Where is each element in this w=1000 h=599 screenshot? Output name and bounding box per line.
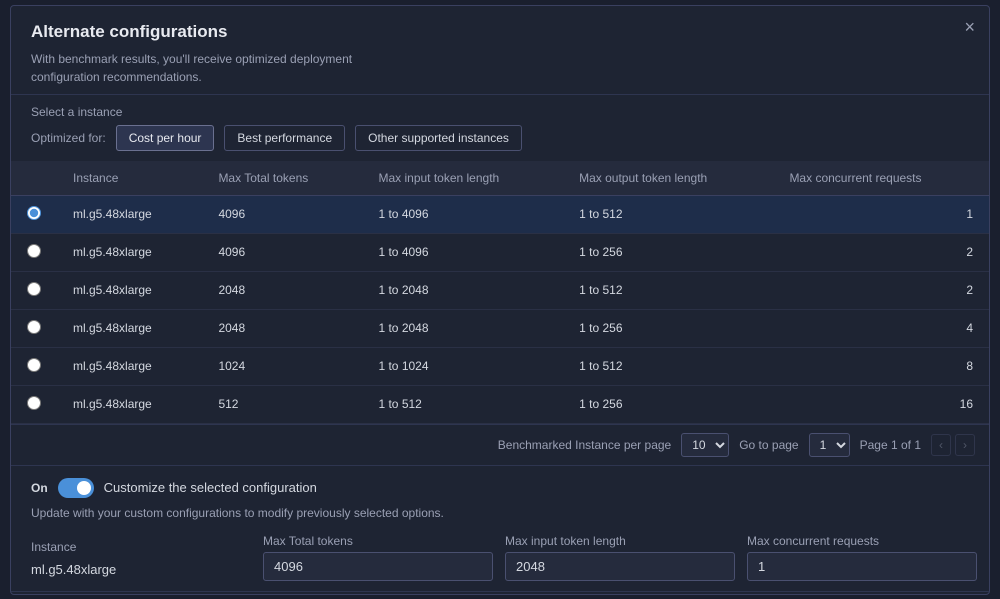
go-to-page-select[interactable]: 1 — [809, 433, 850, 457]
max-total-input[interactable] — [263, 552, 493, 581]
max-input-token: 1 to 2048 — [362, 271, 563, 309]
table-row: ml.g5.48xlarge 4096 1 to 4096 1 to 512 1 — [11, 195, 989, 233]
max-total-tokens: 2048 — [202, 309, 362, 347]
max-input-token: 1 to 4096 — [362, 233, 563, 271]
max-output-token: 1 to 256 — [563, 309, 773, 347]
max-concurrent-field-label: Max concurrent requests — [747, 534, 977, 548]
max-concurrent: 2 — [773, 233, 989, 271]
on-label: On — [31, 481, 48, 495]
radio-cell[interactable] — [11, 385, 57, 423]
max-total-tokens: 2048 — [202, 271, 362, 309]
col-instance: Instance — [57, 161, 202, 196]
instance-name: ml.g5.48xlarge — [57, 233, 202, 271]
table-row: ml.g5.48xlarge 2048 1 to 2048 1 to 512 2 — [11, 271, 989, 309]
tab-cost-per-hour[interactable]: Cost per hour — [116, 125, 215, 151]
table-row: ml.g5.48xlarge 512 1 to 512 1 to 256 16 — [11, 385, 989, 423]
max-input-field: Max input token length — [505, 534, 735, 581]
col-radio — [11, 161, 57, 196]
max-input-input[interactable] — [505, 552, 735, 581]
max-total-tokens: 4096 — [202, 195, 362, 233]
instance-select-section: Select a instance Optimized for: Cost pe… — [11, 95, 989, 161]
page-info: Page 1 of 1 — [860, 438, 921, 452]
col-max-total: Max Total tokens — [202, 161, 362, 196]
max-input-token: 1 to 2048 — [362, 309, 563, 347]
modal-subtitle: With benchmark results, you'll receive o… — [31, 50, 411, 86]
customize-description: Update with your custom configurations t… — [31, 504, 969, 522]
instance-radio[interactable] — [27, 282, 41, 296]
max-total-field-label: Max Total tokens — [263, 534, 493, 548]
tab-best-performance[interactable]: Best performance — [224, 125, 345, 151]
max-output-token: 1 to 512 — [563, 271, 773, 309]
radio-cell[interactable] — [11, 195, 57, 233]
table-row: ml.g5.48xlarge 1024 1 to 1024 1 to 512 8 — [11, 347, 989, 385]
per-page-label: Benchmarked Instance per page — [498, 438, 671, 452]
col-max-input: Max input token length — [362, 161, 563, 196]
customize-toggle-row: On Customize the selected configuration — [31, 478, 969, 498]
customize-fields: Instance ml.g5.48xlarge Max Total tokens… — [31, 534, 969, 581]
alternate-configurations-modal: Alternate configurations With benchmark … — [10, 5, 990, 595]
instance-radio[interactable] — [27, 396, 41, 410]
max-concurrent: 2 — [773, 271, 989, 309]
max-concurrent: 8 — [773, 347, 989, 385]
max-concurrent-field: Max concurrent requests — [747, 534, 977, 581]
radio-cell[interactable] — [11, 233, 57, 271]
max-output-token: 1 to 512 — [563, 195, 773, 233]
instance-name: ml.g5.48xlarge — [57, 385, 202, 423]
max-input-field-label: Max input token length — [505, 534, 735, 548]
instances-table: Instance Max Total tokens Max input toke… — [11, 161, 989, 424]
optimized-for-label: Optimized for: — [31, 131, 106, 145]
table-row: ml.g5.48xlarge 4096 1 to 4096 1 to 256 2 — [11, 233, 989, 271]
max-input-token: 1 to 512 — [362, 385, 563, 423]
table-header-row: Instance Max Total tokens Max input toke… — [11, 161, 989, 196]
optimized-for-row: Optimized for: Cost per hour Best perfor… — [31, 125, 969, 161]
table-row: ml.g5.48xlarge 2048 1 to 2048 1 to 256 4 — [11, 309, 989, 347]
instance-radio[interactable] — [27, 320, 41, 334]
max-total-tokens: 4096 — [202, 233, 362, 271]
max-concurrent: 1 — [773, 195, 989, 233]
max-concurrent: 16 — [773, 385, 989, 423]
radio-cell[interactable] — [11, 271, 57, 309]
go-to-page-label: Go to page — [739, 438, 798, 452]
pagination-bar: Benchmarked Instance per page 10 Go to p… — [11, 425, 989, 466]
max-total-tokens: 1024 — [202, 347, 362, 385]
tab-other-supported[interactable]: Other supported instances — [355, 125, 522, 151]
customize-section: On Customize the selected configuration … — [11, 466, 989, 592]
instance-field: Instance ml.g5.48xlarge — [31, 540, 251, 581]
max-total-tokens: 512 — [202, 385, 362, 423]
select-instance-label: Select a instance — [31, 105, 969, 119]
prev-page-button[interactable]: ‹ — [931, 434, 951, 456]
instance-name: ml.g5.48xlarge — [57, 309, 202, 347]
instance-radio[interactable] — [27, 206, 41, 220]
max-concurrent-input[interactable] — [747, 552, 977, 581]
instance-radio[interactable] — [27, 244, 41, 258]
customize-heading: Customize the selected configuration — [104, 480, 317, 495]
close-button[interactable]: × — [964, 18, 975, 36]
toggle-slider — [58, 478, 94, 498]
instance-name: ml.g5.48xlarge — [57, 195, 202, 233]
pagination-nav: ‹ › — [931, 434, 975, 456]
instance-name: ml.g5.48xlarge — [57, 271, 202, 309]
max-input-token: 1 to 1024 — [362, 347, 563, 385]
modal-header: Alternate configurations With benchmark … — [11, 6, 989, 95]
modal-title: Alternate configurations — [31, 22, 969, 42]
instances-table-container: Instance Max Total tokens Max input toke… — [11, 161, 989, 425]
instance-radio[interactable] — [27, 358, 41, 372]
instance-field-value: ml.g5.48xlarge — [31, 558, 251, 581]
max-input-token: 1 to 4096 — [362, 195, 563, 233]
max-output-token: 1 to 512 — [563, 347, 773, 385]
radio-cell[interactable] — [11, 347, 57, 385]
per-page-select[interactable]: 10 — [681, 433, 729, 457]
instance-name: ml.g5.48xlarge — [57, 347, 202, 385]
max-output-token: 1 to 256 — [563, 233, 773, 271]
col-max-output: Max output token length — [563, 161, 773, 196]
customize-toggle[interactable] — [58, 478, 94, 498]
max-total-field: Max Total tokens — [263, 534, 493, 581]
max-output-token: 1 to 256 — [563, 385, 773, 423]
radio-cell[interactable] — [11, 309, 57, 347]
max-concurrent: 4 — [773, 309, 989, 347]
col-max-concurrent: Max concurrent requests — [773, 161, 989, 196]
instance-field-label: Instance — [31, 540, 251, 554]
next-page-button[interactable]: › — [955, 434, 975, 456]
